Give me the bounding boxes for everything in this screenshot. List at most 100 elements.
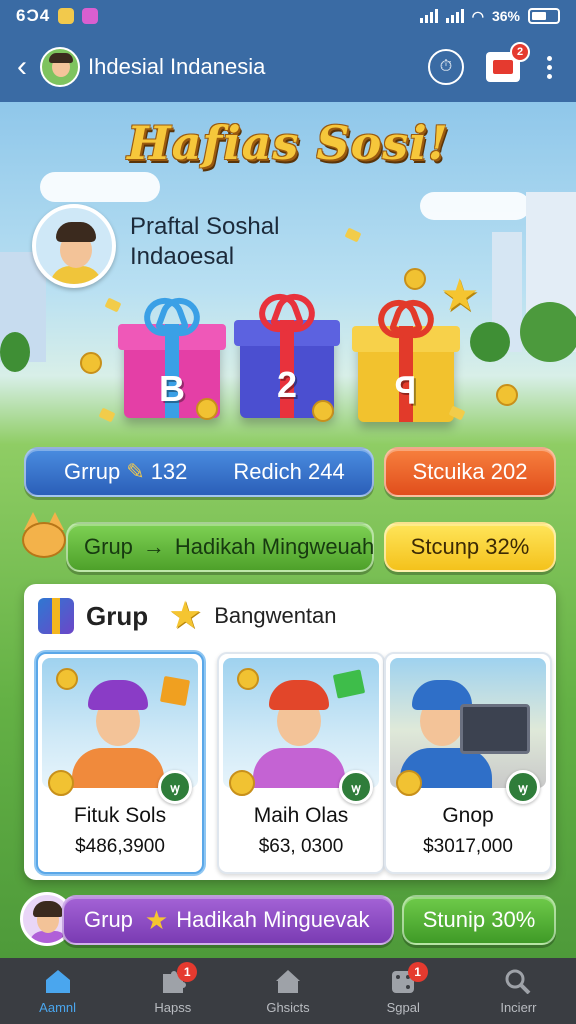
group-value: 132: [150, 459, 188, 484]
reward-card-3[interactable]: ꝡ Gnop $3017,000: [384, 652, 552, 874]
chevron-left-icon: ‹: [17, 50, 27, 83]
mail-icon: [493, 60, 513, 74]
coin-icon: [312, 400, 334, 422]
more-options-button[interactable]: [542, 55, 556, 79]
cat-icon: [18, 512, 68, 560]
home-icon: [45, 969, 70, 993]
nav-badge: 1: [177, 962, 198, 982]
panel-header: Grup ★ Bangwentan: [38, 596, 337, 636]
profile-name-line2: Indaoesal: [130, 243, 235, 270]
card-name: Gnop: [442, 804, 494, 827]
nav-item-home[interactable]: Aamnl: [0, 958, 115, 1024]
main-scene: Hafias Sosi! Praftal Soshal Indaoesal B …: [0, 102, 576, 958]
sparkle-icon: [98, 407, 116, 423]
coin-icon: [404, 268, 426, 290]
nav-label: Aamnl: [39, 999, 77, 1015]
network-label: 36%: [491, 8, 520, 24]
notifications-button[interactable]: 2: [486, 42, 530, 82]
stats-pill[interactable]: Grrup ✎ 132 Redich 244: [24, 447, 374, 497]
reward-status-pill[interactable]: Stcunp 32%: [384, 522, 556, 572]
card-name: Fituk Sols: [73, 804, 167, 827]
status-label: Stcuika 202: [412, 459, 528, 484]
search-icon: [505, 969, 531, 994]
panel-title: Grup: [86, 600, 149, 631]
weekly-reward-pill[interactable]: Grup ★ Hadikah Minguevak: [62, 895, 394, 945]
nav-item-sgpal[interactable]: 1 Sgpal: [346, 958, 461, 1024]
group-panel: Grup ★ Bangwentan ꝡ Fituk Sols $486,3900: [24, 584, 556, 880]
laptop-icon: [460, 704, 530, 754]
card-price: $486,3900: [75, 836, 165, 857]
bottom-group-label: Grup: [84, 907, 133, 932]
nav-item-ghsicts[interactable]: Ghsicts: [230, 958, 345, 1024]
tree: [520, 302, 576, 362]
coin-icon: [496, 384, 518, 406]
bottom-reward-label: Hadikah Minguevak: [176, 907, 370, 932]
timer-icon: ⏱: [439, 58, 453, 75]
coin-icon: [196, 398, 218, 420]
coin-icon: [80, 352, 102, 374]
coin-icon: [229, 770, 255, 796]
gift-box-3-label: ꟼ: [395, 370, 417, 411]
battery-icon: [528, 8, 560, 24]
tree: [0, 332, 30, 372]
coin-icon: [396, 770, 422, 796]
redeem-label: Redich 244: [233, 459, 345, 484]
card-illustration: [42, 658, 198, 788]
gift-box-icon: [38, 598, 74, 634]
timer-button[interactable]: ⏱: [428, 49, 464, 85]
card-price: $3017,000: [423, 836, 513, 857]
card-illustration: [223, 658, 379, 788]
cloud: [40, 172, 160, 202]
signal-icon-2: [445, 9, 464, 23]
status-pill[interactable]: Stcuika 202: [384, 447, 556, 497]
profile-name-line1: Praftal Soshal: [130, 213, 280, 240]
status-bar: 6Ɔ4 ◠ 36%: [0, 0, 576, 32]
nav-label: Incierr: [500, 999, 537, 1015]
reward-card-1[interactable]: ꝡ Fituk Sols $486,3900: [36, 652, 204, 874]
gift-box-3[interactable]: ꟼ: [352, 326, 460, 422]
card-name: Maih Olas: [253, 804, 349, 827]
reward-pill[interactable]: Grup → Hadikah Mingweuah: [66, 522, 374, 572]
nav-label: Hapss: [154, 999, 192, 1015]
wifi-icon: ◠: [471, 7, 484, 24]
star-icon: ★: [440, 271, 480, 320]
tree: [470, 322, 510, 362]
reward-card-2[interactable]: ꝡ Maih Olas $63, 0300: [217, 652, 385, 874]
reward-group-label: Grup: [84, 534, 133, 559]
bottom-nav: Aamnl 1 Hapss Ghsicts 1 Sgpal Incierr: [0, 958, 576, 1024]
nav-badge: 1: [407, 962, 428, 982]
nav-item-hapss[interactable]: 1 Hapss: [115, 958, 230, 1024]
signal-icon: [419, 9, 438, 23]
cloud: [420, 192, 530, 220]
sparkle-icon: [344, 227, 362, 243]
page-title: Ihdesial Indanesia: [88, 54, 266, 79]
notification-app-icon: [58, 8, 75, 24]
panel-subtitle: Bangwentan: [214, 603, 337, 628]
card-badge: ꝡ: [339, 770, 373, 804]
group-label: Grrup: [64, 459, 121, 484]
card-badge: ꝡ: [506, 770, 540, 804]
profile-name: Praftal Soshal Indaoesal: [130, 212, 279, 272]
card-price: $63, 0300: [258, 836, 344, 857]
pencil-icon: ✎: [126, 459, 145, 484]
avatar[interactable]: [40, 47, 80, 87]
card-illustration: [390, 658, 546, 788]
nav-item-incierr[interactable]: Incierr: [461, 958, 576, 1024]
status-time: 6Ɔ4: [16, 6, 51, 25]
reward-label: Hadikah Mingweuah: [174, 534, 375, 559]
nav-label: Ghsicts: [266, 999, 310, 1015]
nav-label: Sgpal: [386, 999, 420, 1015]
house-icon: [276, 969, 300, 993]
hero-title: Hafias Sosi!: [127, 116, 449, 170]
notification-app-icon-2: [82, 8, 99, 24]
back-button[interactable]: ‹: [4, 42, 40, 92]
bottom-status-pill[interactable]: Stunip 30%: [402, 895, 556, 945]
app-bar: ‹ Ihdesial Indanesia ⏱ 2: [0, 32, 576, 102]
card-badge: ꝡ: [158, 770, 192, 804]
profile-avatar[interactable]: [32, 204, 116, 288]
coin-icon: [48, 770, 74, 796]
reward-status-label: Stcunp 32%: [410, 534, 530, 559]
arrow-right-icon: →: [142, 534, 165, 559]
star-icon: ★: [144, 904, 169, 935]
star-icon: ★: [168, 595, 203, 637]
